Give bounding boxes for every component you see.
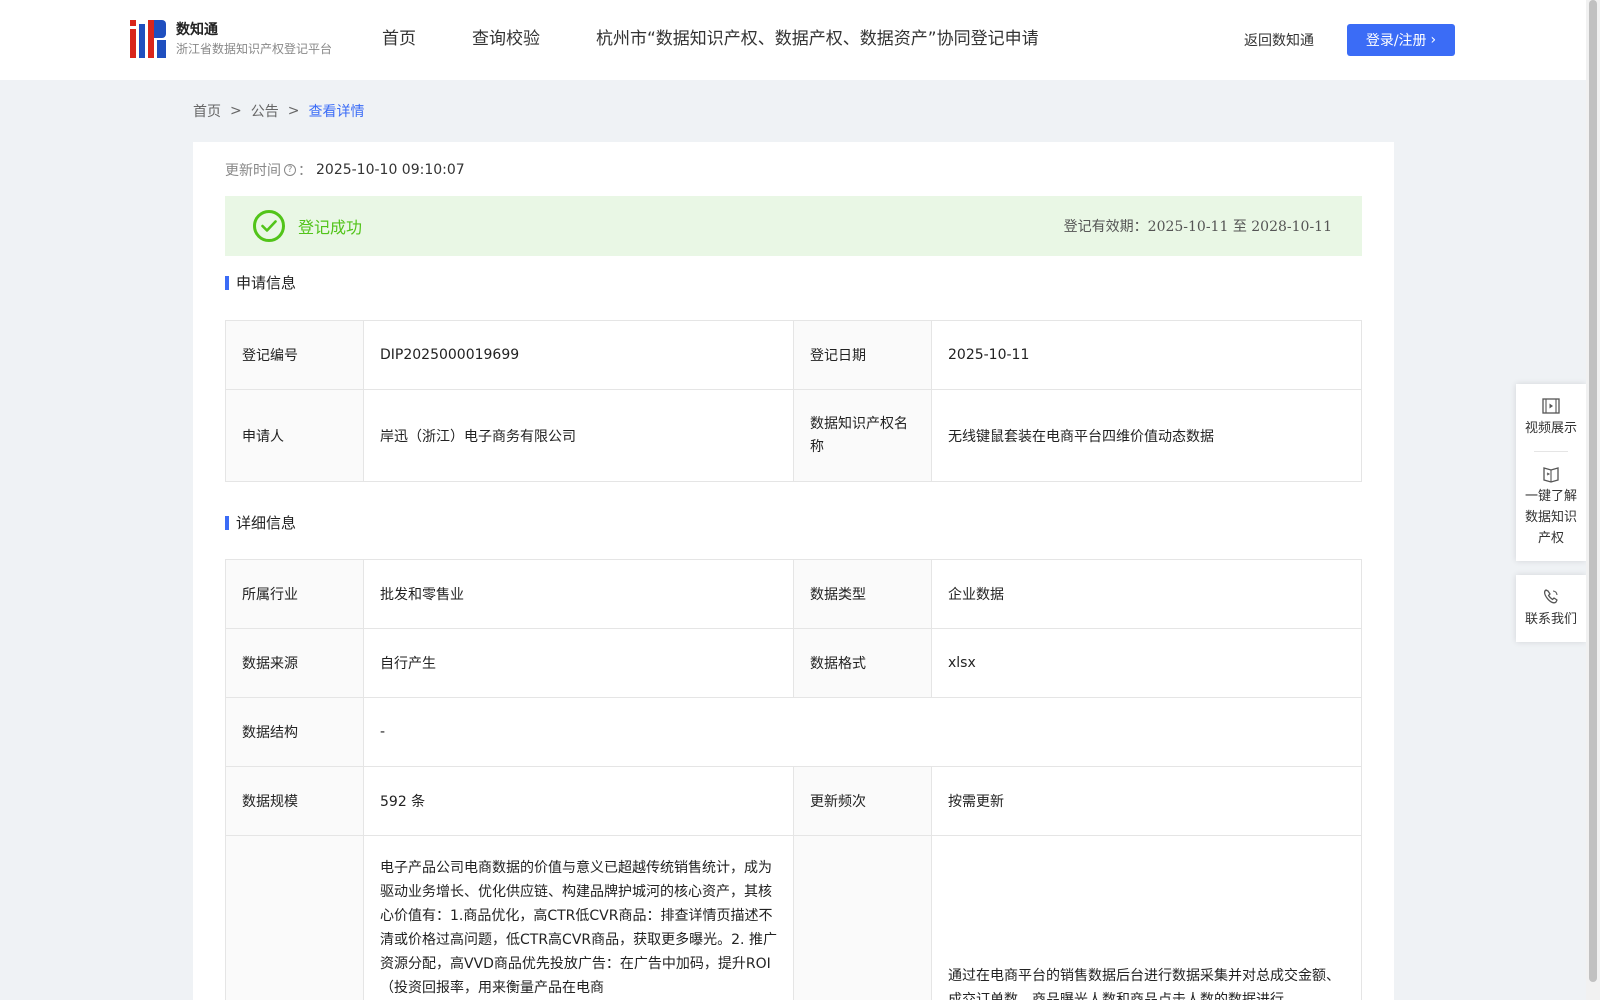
reg-date-value: 2025-10-11 [931, 320, 1362, 390]
breadcrumb-separator: > [230, 103, 242, 119]
scrollbar-thumb[interactable] [1589, 0, 1597, 982]
section-application-title: 申请信息 [225, 272, 296, 293]
book-icon [1541, 464, 1561, 484]
float-panel: 视频展示 一键了解数据知识产权 联系我们 [1516, 384, 1586, 656]
freq-label: 更新频次 [793, 766, 932, 836]
video-icon [1541, 396, 1561, 416]
table-row: 数据结构 - [225, 697, 1362, 767]
table-row: 申请人 岸迅（浙江）电子商务有限公司 数据知识产权名称 无线键鼠套装在电商平台四… [225, 389, 1362, 482]
source-value: 自行产生 [363, 628, 794, 698]
breadcrumb: 首页 > 公告 > 查看详情 [193, 101, 364, 121]
update-time: 更新时间 ? ： 2025-10-10 09:10:07 [225, 162, 465, 179]
nav-query[interactable]: 查询校验 [472, 26, 540, 52]
section-marker [225, 275, 229, 290]
top-header: 数知通 浙江省数据知识产权登记平台 首页 查询校验 杭州市“数据知识产权、数据产… [0, 0, 1586, 80]
description-value: 电子产品公司电商数据的价值与意义已超越传统销售统计，成为驱动业务增长、优化供应链… [380, 860, 777, 996]
breadcrumb-home[interactable]: 首页 [193, 101, 221, 121]
table-row: 所属行业 批发和零售业 数据类型 企业数据 [225, 559, 1362, 629]
table-row: 电子产品公司电商数据的价值与意义已超越传统销售统计，成为驱动业务增长、优化供应链… [225, 835, 1362, 1000]
logo-mark-icon [130, 20, 166, 58]
data-type-label: 数据类型 [793, 559, 932, 629]
logo-title: 数知通 [176, 22, 218, 38]
detail-table: 所属行业 批发和零售业 数据类型 企业数据 数据来源 自行产生 数据格式 xls… [225, 559, 1362, 1000]
nav-home[interactable]: 首页 [382, 26, 416, 52]
login-register-button[interactable]: 登录/注册 › [1347, 24, 1455, 56]
logo-subtitle: 浙江省数据知识产权登记平台 [176, 42, 333, 56]
back-link[interactable]: 返回数知通 [1244, 30, 1314, 50]
application-table: 登记编号 DIP2025000019699 登记日期 2025-10-11 申请… [225, 320, 1362, 482]
table-row: 数据规模 592 条 更新频次 按需更新 [225, 766, 1362, 836]
nav-hangzhou-apply[interactable]: 杭州市“数据知识产权、数据产权、数据资产”协同登记申请 [596, 26, 1039, 52]
validity-period: 登记有效期：2025-10-11 至 2028-10-11 [1064, 216, 1332, 236]
update-value: 2025-10-10 09:10:07 [316, 162, 465, 178]
table-row: 登记编号 DIP2025000019699 登记日期 2025-10-11 [225, 320, 1362, 390]
scale-value: 592 条 [363, 766, 794, 836]
applicant-value: 岸迅（浙江）电子商务有限公司 [363, 389, 794, 482]
check-circle-icon [253, 210, 285, 242]
learn-ip-button[interactable]: 一键了解数据知识产权 [1516, 452, 1586, 561]
update-label: 更新时间 [225, 163, 281, 179]
method-label [793, 835, 932, 1000]
reg-no-value: DIP2025000019699 [363, 320, 794, 390]
structure-value: - [363, 697, 1362, 767]
scale-label: 数据规模 [225, 766, 364, 836]
page-scrollbar[interactable] [1586, 0, 1600, 1000]
data-type-value: 企业数据 [931, 559, 1362, 629]
description-label [225, 835, 364, 1000]
method-value: 通过在电商平台的销售数据后台进行数据采集并对总成交金额、成交订单数、商品曝光人数… [948, 968, 1340, 1000]
breadcrumb-notice[interactable]: 公告 [251, 101, 279, 121]
phone-icon [1541, 587, 1561, 607]
learn-label: 一键了解数据知识产权 [1524, 489, 1577, 546]
question-icon[interactable]: ? [284, 164, 296, 176]
contact-label: 联系我们 [1524, 612, 1577, 627]
freq-value: 按需更新 [931, 766, 1362, 836]
reg-no-label: 登记编号 [225, 320, 364, 390]
validity-label: 登记有效期： [1063, 219, 1148, 235]
contact-us-button[interactable]: 联系我们 [1516, 575, 1586, 642]
source-label: 数据来源 [225, 628, 364, 698]
industry-label: 所属行业 [225, 559, 364, 629]
detail-card: 更新时间 ? ： 2025-10-10 09:10:07 登记成功 登记有效期：… [193, 142, 1394, 1000]
format-value: xlsx [931, 628, 1362, 698]
validity-value: 2025-10-11 至 2028-10-11 [1147, 219, 1332, 235]
video-showcase-button[interactable]: 视频展示 [1516, 384, 1586, 451]
float-panel-top: 视频展示 一键了解数据知识产权 [1516, 384, 1586, 561]
logo[interactable]: 数知通 浙江省数据知识产权登记平台 [130, 20, 332, 58]
table-row: 数据来源 自行产生 数据格式 xlsx [225, 628, 1362, 698]
breadcrumb-separator: > [287, 103, 300, 119]
structure-label: 数据结构 [225, 697, 364, 767]
status-banner: 登记成功 登记有效期：2025-10-11 至 2028-10-11 [225, 196, 1362, 256]
reg-date-label: 登记日期 [793, 320, 932, 390]
main-nav: 首页 查询校验 杭州市“数据知识产权、数据产权、数据资产”协同登记申请 [382, 26, 1095, 52]
industry-value: 批发和零售业 [363, 559, 794, 629]
login-label: 登录/注册 [1365, 33, 1427, 49]
section-marker [225, 515, 229, 530]
section-detail-title: 详细信息 [225, 512, 296, 533]
ip-name-label: 数据知识产权名称 [793, 389, 932, 482]
video-label: 视频展示 [1524, 421, 1577, 436]
breadcrumb-current: 查看详情 [308, 104, 365, 120]
status-text: 登记成功 [298, 218, 363, 237]
format-label: 数据格式 [793, 628, 932, 698]
chevron-right-icon: › [1430, 32, 1437, 48]
ip-name-value: 无线键鼠套装在电商平台四维价值动态数据 [931, 389, 1362, 482]
float-panel-bottom: 联系我们 [1516, 575, 1586, 642]
applicant-label: 申请人 [225, 389, 364, 482]
